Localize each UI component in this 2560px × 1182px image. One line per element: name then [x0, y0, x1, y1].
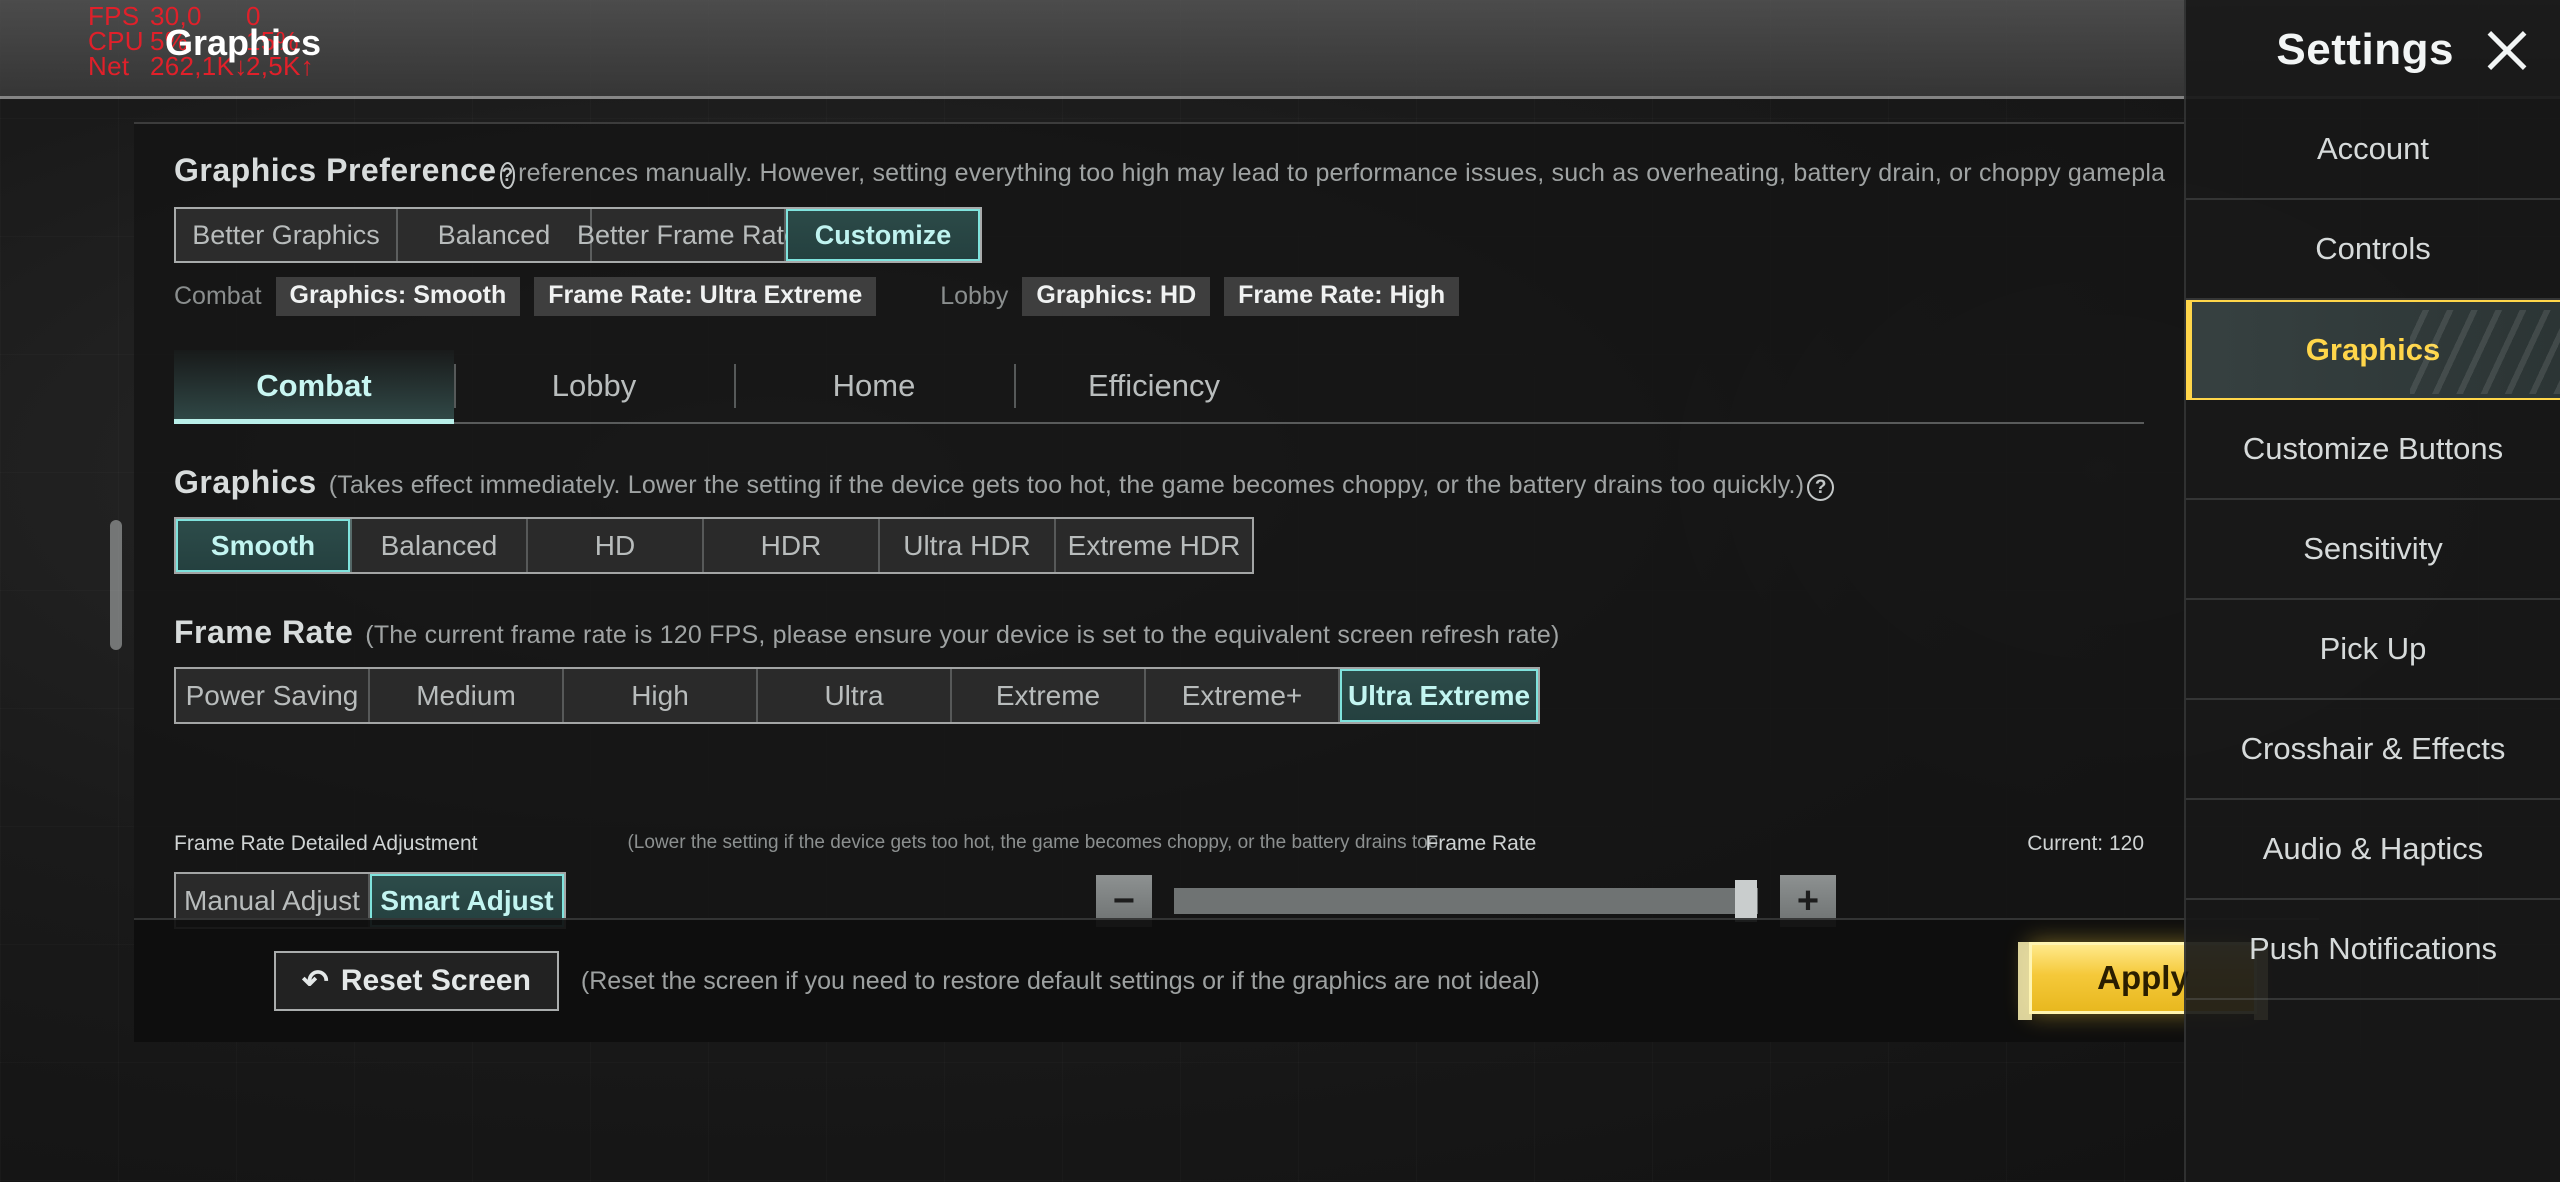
tab-efficiency[interactable]: Efficiency — [1014, 350, 1294, 422]
graphics-preference-description: references manually. However, setting ev… — [518, 159, 2166, 187]
preference-summary: Combat Graphics: Smooth Frame Rate: Ultr… — [134, 277, 2184, 316]
frame-rate-option-ultra[interactable]: Ultra — [758, 669, 952, 722]
frame-rate-option-bar: Power Saving Medium High Ultra Extreme E… — [174, 667, 1540, 724]
preference-option-better-graphics[interactable]: Better Graphics — [176, 209, 398, 261]
graphics-section-title: Graphics — [174, 464, 317, 500]
graphics-section-description: (Takes effect immediately. Lower the set… — [328, 471, 1805, 499]
sidebar-item-graphics[interactable]: Graphics — [2186, 300, 2560, 400]
sidebar-item-controls[interactable]: Controls — [2186, 200, 2560, 300]
frame-rate-option-power-saving[interactable]: Power Saving — [176, 669, 370, 722]
preference-option-customize[interactable]: Customize — [786, 209, 980, 261]
sidebar-item-crosshair-effects[interactable]: Crosshair & Effects — [2186, 700, 2560, 800]
frame-rate-section-title: Frame Rate — [174, 614, 354, 650]
perf-label-net: Net — [88, 51, 130, 81]
sidebar-item-customize-buttons[interactable]: Customize Buttons — [2186, 400, 2560, 500]
settings-sidebar: Settings Account Controls Graphics Custo… — [2184, 0, 2560, 1182]
slider-track[interactable] — [1174, 879, 1758, 922]
frame-rate-section-header: Frame Rate (The current frame rate is 12… — [134, 614, 2184, 651]
tab-lobby[interactable]: Lobby — [454, 350, 734, 422]
frame-rate-section-description: (The current frame rate is 120 FPS, plea… — [365, 621, 1560, 649]
reset-arrow-icon: ↶ — [302, 963, 329, 999]
question-mark-icon[interactable]: ? — [499, 162, 516, 189]
frame-rate-option-extreme[interactable]: Extreme — [952, 669, 1146, 722]
slider-knob[interactable] — [1735, 879, 1758, 922]
graphics-option-balanced[interactable]: Balanced — [352, 519, 528, 572]
sidebar-item-account[interactable]: Account — [2186, 100, 2560, 200]
close-icon[interactable] — [2480, 24, 2532, 76]
graphics-option-ultra-hdr[interactable]: Ultra HDR — [880, 519, 1056, 572]
detailed-adjustment-description: (Lower the setting if the device gets to… — [627, 832, 1438, 853]
summary-lobby: Lobby Graphics: HD Frame Rate: High — [940, 277, 1460, 316]
slider-current-value: Current: 120 — [2027, 832, 2144, 855]
preference-option-better-frame-rate[interactable]: Better Frame Rate — [577, 209, 799, 261]
background-divider — [0, 96, 2560, 99]
bottom-action-bar: ↶ Reset Screen (Reset the screen if you … — [134, 918, 2319, 1042]
summary-combat: Combat Graphics: Smooth Frame Rate: Ultr… — [174, 277, 877, 316]
graphics-settings-panel: Graphics Preference ? references manuall… — [134, 122, 2319, 1042]
question-mark-icon-graphics[interactable]: ? — [1807, 474, 1835, 501]
slider-label: Frame Rate — [1425, 832, 1537, 855]
graphics-options: Smooth Balanced HD HDR Ultra HDR Extreme… — [134, 517, 2184, 574]
graphics-option-hd[interactable]: HD — [528, 519, 704, 572]
sidebar-item-sensitivity[interactable]: Sensitivity — [2186, 500, 2560, 600]
detailed-adjustment-header: Frame Rate Detailed Adjustment (Lower th… — [134, 832, 2184, 856]
summary-combat-graphics: Graphics: Smooth — [275, 277, 521, 316]
graphics-option-hdr[interactable]: HDR — [704, 519, 880, 572]
reset-screen-label: Reset Screen — [340, 964, 531, 997]
sidebar-item-audio-haptics[interactable]: Audio & Haptics — [2186, 800, 2560, 900]
reset-screen-description: (Reset the screen if you need to restore… — [580, 966, 1540, 995]
frame-rate-option-ultra-extreme[interactable]: Ultra Extreme — [1340, 669, 1538, 722]
graphics-preference-title: Graphics Preference — [174, 152, 497, 188]
preference-option-balanced[interactable]: Balanced — [398, 209, 592, 261]
summary-lobby-frame-rate: Frame Rate: High — [1224, 277, 1460, 316]
summary-combat-frame-rate: Frame Rate: Ultra Extreme — [534, 277, 877, 316]
tab-home[interactable]: Home — [734, 350, 1014, 422]
sidebar-item-push-notifications[interactable]: Push Notifications — [2186, 900, 2560, 1000]
reset-screen-button[interactable]: ↶ Reset Screen — [274, 951, 559, 1011]
background-top-band — [0, 0, 2560, 96]
sidebar-item-pick-up[interactable]: Pick Up — [2186, 600, 2560, 700]
tab-bar: Combat Lobby Home Efficiency — [174, 350, 2144, 424]
apply-button-label: Apply — [2097, 959, 2189, 996]
summary-lobby-graphics: Graphics: HD — [1022, 277, 1211, 316]
window-title: Graphics — [165, 22, 322, 63]
sidebar-title: Settings — [2276, 25, 2454, 74]
graphics-option-smooth[interactable]: Smooth — [176, 519, 352, 572]
frame-rate-options: Power Saving Medium High Ultra Extreme E… — [134, 667, 2184, 724]
graphics-preference-options: Better Graphics Balanced Better Frame Ra… — [134, 207, 2184, 263]
detailed-adjustment-title: Frame Rate Detailed Adjustment — [174, 832, 478, 855]
frame-rate-option-high[interactable]: High — [564, 669, 758, 722]
frame-rate-option-extreme-plus[interactable]: Extreme+ — [1146, 669, 1340, 722]
preference-segmented-control: Better Graphics Balanced Better Frame Ra… — [174, 207, 982, 263]
summary-combat-label: Combat — [174, 282, 262, 310]
graphics-section-header: Graphics (Takes effect immediately. Lowe… — [134, 464, 2184, 501]
panel-scrollbar-thumb[interactable] — [110, 520, 122, 650]
app-root: FPS 30,0 0 CPU 5% 15% Net 262,1K↓ 2,5K↑ … — [0, 0, 2560, 1182]
frame-rate-option-medium[interactable]: Medium — [370, 669, 564, 722]
graphics-preference-header: Graphics Preference ? references manuall… — [134, 152, 2184, 189]
graphics-option-extreme-hdr[interactable]: Extreme HDR — [1056, 519, 1252, 572]
sidebar-header: Settings — [2186, 0, 2560, 100]
graphics-option-bar: Smooth Balanced HD HDR Ultra HDR Extreme… — [174, 517, 1254, 574]
tabs-wrapper: Combat Lobby Home Efficiency — [134, 350, 2184, 424]
tab-combat[interactable]: Combat — [174, 350, 454, 424]
summary-lobby-label: Lobby — [940, 282, 1009, 310]
